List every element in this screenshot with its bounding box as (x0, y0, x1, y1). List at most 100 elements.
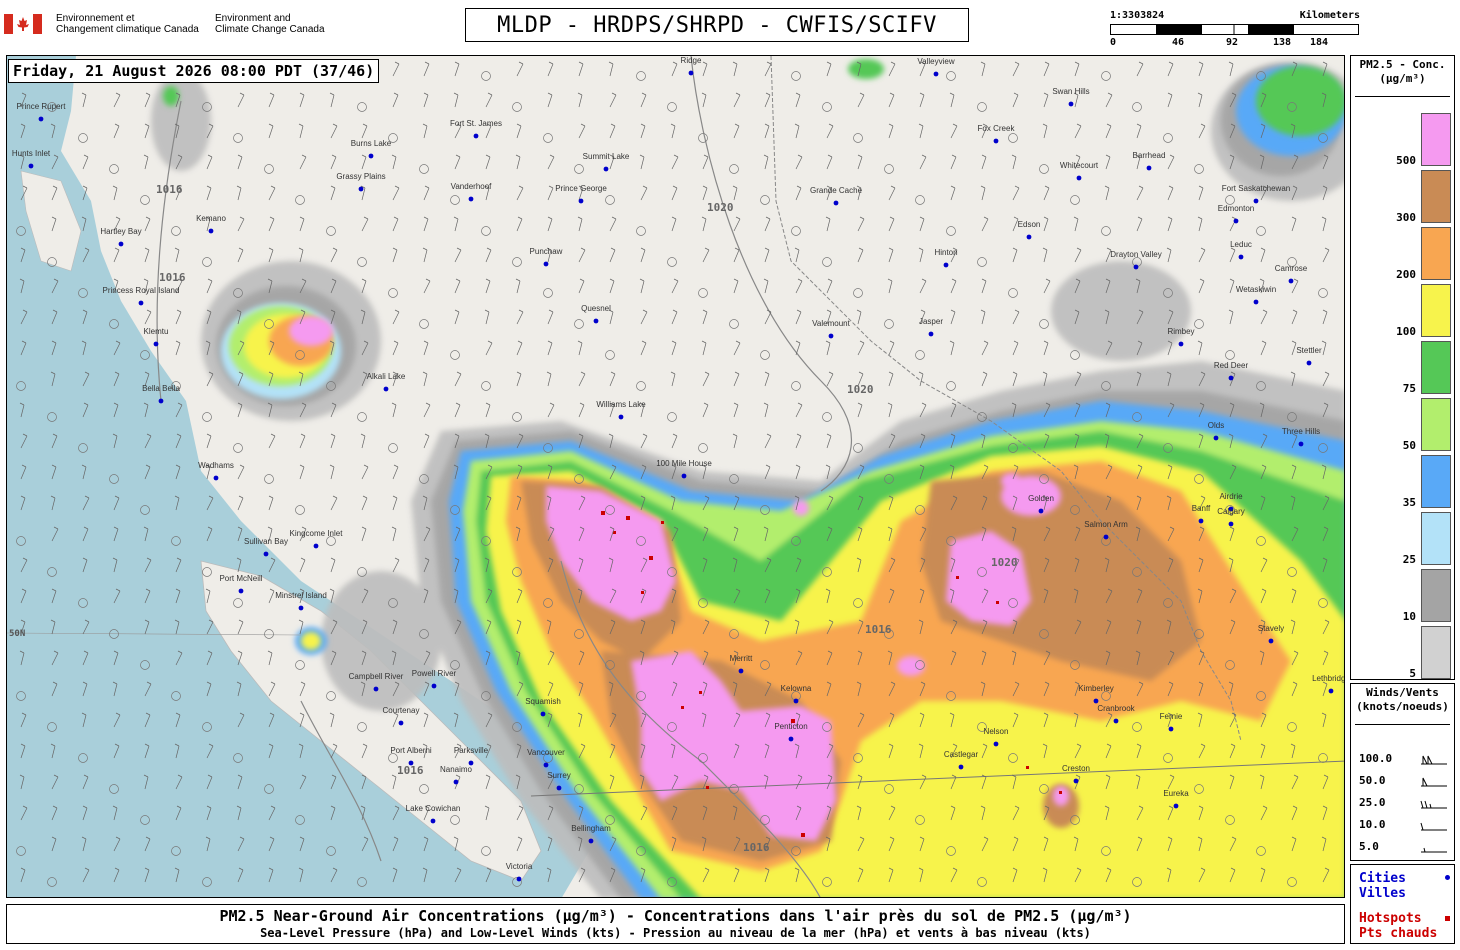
city-marker[interactable] (1253, 198, 1259, 204)
city-marker[interactable] (1268, 638, 1274, 644)
map-panel[interactable]: 1020 1020 1016 1016 1016 1016 1016 1020 … (6, 55, 1345, 898)
city-marker[interactable] (933, 71, 939, 77)
pm25-class-label: 200 (1396, 268, 1416, 281)
city-marker[interactable] (398, 720, 404, 726)
city-marker[interactable] (1113, 718, 1119, 724)
city-marker[interactable] (1038, 508, 1044, 514)
city-label: Kingcome Inlet (290, 529, 344, 538)
city-marker[interactable] (153, 341, 159, 347)
city-label: Port McNeill (219, 574, 262, 583)
wind-speed-label: 100.0 (1359, 752, 1393, 765)
pm25-class-label: 25 (1402, 553, 1416, 566)
city-marker[interactable] (430, 818, 436, 824)
city-marker[interactable] (1228, 375, 1234, 381)
city-marker[interactable] (1328, 688, 1334, 694)
city-marker[interactable] (28, 163, 34, 169)
city-marker[interactable] (1068, 101, 1074, 107)
city-marker[interactable] (368, 153, 374, 159)
city-marker[interactable] (298, 605, 304, 611)
city-marker[interactable] (993, 741, 999, 747)
city-marker[interactable] (1213, 435, 1219, 441)
city-marker[interactable] (1173, 803, 1179, 809)
scale-tick-2: 92 (1226, 37, 1239, 48)
cities-label-fr: Villes (1359, 886, 1406, 901)
city-marker[interactable] (1238, 254, 1244, 260)
city-label: Nanaimo (440, 765, 473, 774)
city-marker[interactable] (238, 588, 244, 594)
city-marker[interactable] (1093, 698, 1099, 704)
city-marker[interactable] (793, 698, 799, 704)
city-marker[interactable] (928, 331, 934, 337)
city-marker[interactable] (1228, 521, 1234, 527)
city-marker[interactable] (383, 386, 389, 392)
city-marker[interactable] (1233, 218, 1239, 224)
city-marker[interactable] (208, 228, 214, 234)
city-marker[interactable] (958, 764, 964, 770)
city-marker[interactable] (373, 686, 379, 692)
city-marker[interactable] (1306, 360, 1312, 366)
city-marker[interactable] (516, 876, 522, 882)
city-label: Drayton Valley (1110, 250, 1161, 259)
city-marker[interactable] (593, 318, 599, 324)
city-marker[interactable] (408, 760, 414, 766)
city-label: Fort St. James (450, 119, 502, 128)
city-marker[interactable] (543, 261, 549, 267)
city-label: Lethbridge (1312, 674, 1345, 683)
city-marker[interactable] (138, 300, 144, 306)
city-marker[interactable] (788, 736, 794, 742)
city-marker[interactable] (543, 762, 549, 768)
city-marker[interactable] (556, 785, 562, 791)
city-marker[interactable] (431, 683, 437, 689)
city-marker[interactable] (738, 668, 744, 674)
city-marker[interactable] (1103, 534, 1109, 540)
pm25-swatch (1421, 398, 1451, 451)
city-marker[interactable] (1133, 264, 1139, 270)
city-marker[interactable] (578, 198, 584, 204)
hotspots-label-en: Hotspots (1359, 911, 1422, 926)
city-label: Punchaw (530, 247, 563, 256)
city-label: Summit Lake (583, 152, 630, 161)
city-marker[interactable] (1168, 726, 1174, 732)
city-label: Minstrel Island (275, 591, 327, 600)
city-marker[interactable] (1146, 165, 1152, 171)
pm25-class-label: 10 (1402, 610, 1416, 623)
city-marker[interactable] (1076, 175, 1082, 181)
map-canvas[interactable]: 1020 1020 1016 1016 1016 1016 1016 1020 … (7, 56, 1345, 898)
city-marker[interactable] (588, 838, 594, 844)
city-marker[interactable] (540, 711, 546, 717)
city-marker[interactable] (618, 414, 624, 420)
wind-legend: Winds/Vents (knots/noeuds) 100.0 50.0 25.0… (1350, 683, 1455, 861)
city-marker[interactable] (603, 166, 609, 172)
city-marker[interactable] (833, 200, 839, 206)
symbols-legend: Cities Villes Hotspots Pts chauds (1350, 864, 1455, 944)
city-marker[interactable] (158, 398, 164, 404)
city-marker[interactable] (118, 241, 124, 247)
city-marker[interactable] (943, 262, 949, 268)
wind-barb-icon (1420, 822, 1447, 831)
city-marker[interactable] (828, 333, 834, 339)
city-marker[interactable] (358, 186, 364, 192)
city-marker[interactable] (1198, 518, 1204, 524)
city-marker[interactable] (1073, 778, 1079, 784)
city-label: Rimbey (1167, 327, 1194, 336)
city-label: Powell River (412, 669, 457, 678)
city-marker[interactable] (993, 138, 999, 144)
city-marker[interactable] (1288, 278, 1294, 284)
city-marker[interactable] (1253, 299, 1259, 305)
city-marker[interactable] (453, 779, 459, 785)
city-marker[interactable] (473, 133, 479, 139)
city-marker[interactable] (313, 543, 319, 549)
city-marker[interactable] (688, 70, 694, 76)
city-marker[interactable] (213, 475, 219, 481)
scale-bar-graphic (1110, 24, 1359, 35)
pm25-legend-title-line2: (µg/m³) (1379, 72, 1426, 85)
city-marker[interactable] (1026, 234, 1032, 240)
hotspots-label-fr: Pts chauds (1359, 926, 1438, 941)
city-marker[interactable] (1298, 441, 1304, 447)
city-marker[interactable] (1178, 341, 1184, 347)
city-marker[interactable] (681, 473, 687, 479)
city-marker[interactable] (468, 196, 474, 202)
city-marker[interactable] (38, 116, 44, 122)
city-marker[interactable] (263, 551, 269, 557)
city-label: Edmonton (1218, 204, 1254, 213)
